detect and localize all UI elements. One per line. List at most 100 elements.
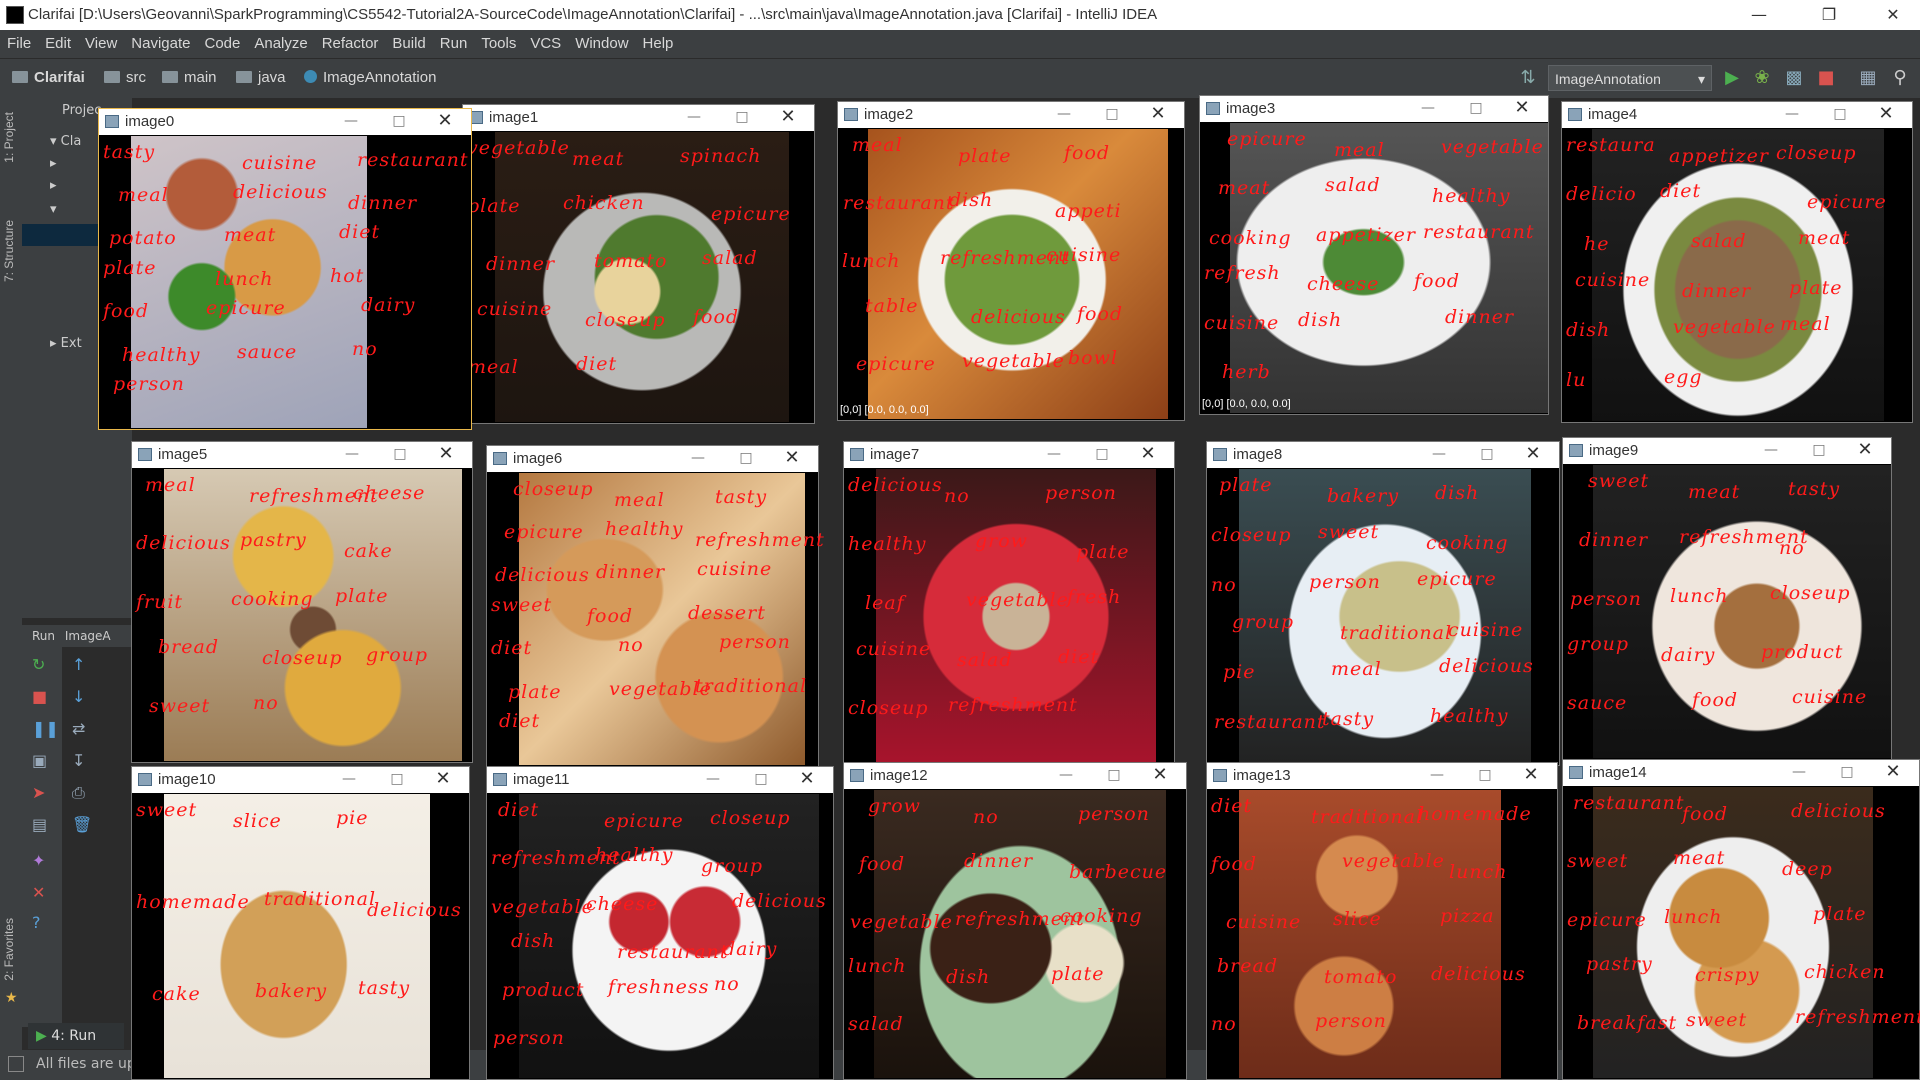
- image-window[interactable]: image11— □ ✕ diet epicure closeup refreshment h…: [486, 766, 834, 1080]
- breadcrumb-project[interactable]: Clarifai: [12, 69, 85, 86]
- menu-vcs[interactable]: VCS: [523, 30, 568, 52]
- minimize-button[interactable]: —: [1736, 0, 1782, 30]
- maximize-icon[interactable]: □: [1477, 444, 1497, 464]
- maximize-icon[interactable]: □: [1102, 104, 1122, 124]
- maximize-icon[interactable]: □: [387, 769, 407, 789]
- image-window[interactable]: image2 — □ ✕ meal plate food restaurant dish appe…: [837, 101, 1185, 421]
- close-icon[interactable]: ✕: [1876, 104, 1896, 124]
- menu-analyze[interactable]: Analyze: [247, 30, 314, 52]
- breadcrumb-main[interactable]: main: [162, 69, 217, 86]
- image-window-titlebar[interactable]: image10 — □ ✕: [132, 767, 469, 793]
- minimize-icon[interactable]: —: [684, 107, 704, 127]
- minimize-icon[interactable]: —: [1054, 104, 1074, 124]
- tree-arrow[interactable]: ▾: [50, 202, 57, 217]
- layout-icon[interactable]: ▤: [32, 815, 47, 834]
- menu-navigate[interactable]: Navigate: [124, 30, 197, 52]
- minimize-icon[interactable]: —: [1782, 104, 1802, 124]
- close-icon[interactable]: ✕: [1855, 440, 1875, 460]
- close-icon[interactable]: ✕: [1523, 444, 1543, 464]
- breadcrumb-src[interactable]: src: [104, 69, 146, 86]
- maximize-icon[interactable]: □: [1837, 762, 1857, 782]
- trash-icon[interactable]: 🗑: [72, 815, 92, 834]
- image-window[interactable]: image5— □ ✕ meal refreshment cheese delicious p…: [131, 441, 473, 763]
- close-icon[interactable]: ✕: [435, 111, 455, 131]
- down-arrow-icon[interactable]: ↓: [72, 687, 85, 706]
- maximize-icon[interactable]: □: [751, 769, 771, 789]
- scroll-icon[interactable]: ↧: [72, 751, 85, 770]
- minimize-icon[interactable]: —: [342, 444, 362, 464]
- run-icon[interactable]: ▶: [1722, 68, 1742, 88]
- maximize-icon[interactable]: □: [389, 111, 409, 131]
- menu-build[interactable]: Build: [385, 30, 432, 52]
- image-window-titlebar[interactable]: image14 — □ ✕: [1563, 760, 1919, 786]
- maximize-icon[interactable]: □: [390, 444, 410, 464]
- camera-icon[interactable]: ▣: [32, 751, 47, 770]
- maximize-icon[interactable]: □: [732, 107, 752, 127]
- structure-tool-tab[interactable]: 7: Structure: [2, 220, 16, 282]
- close-icon[interactable]: ✕: [1512, 98, 1532, 118]
- image-window-titlebar[interactable]: image1 — □ ✕: [463, 105, 814, 131]
- stop-icon[interactable]: ■: [32, 687, 47, 706]
- minimize-icon[interactable]: —: [688, 448, 708, 468]
- image-window-titlebar[interactable]: image13 — □ ✕: [1207, 763, 1557, 789]
- close-button[interactable]: ✕: [1870, 0, 1916, 30]
- image-window-titlebar[interactable]: image11 — □ ✕: [487, 767, 833, 793]
- rerun-icon[interactable]: ↻: [32, 655, 45, 674]
- search-icon[interactable]: ⚲: [1890, 68, 1910, 88]
- menu-edit[interactable]: Edit: [38, 30, 78, 52]
- image-window-titlebar[interactable]: image12 — □ ✕: [844, 763, 1186, 789]
- image-window-titlebar[interactable]: image9 — □ ✕: [1563, 438, 1891, 464]
- menu-help[interactable]: Help: [636, 30, 681, 52]
- close-icon[interactable]: ✕: [1521, 765, 1541, 785]
- up-arrow-icon[interactable]: ↑: [72, 655, 85, 674]
- help-icon[interactable]: ?: [32, 913, 41, 932]
- image-window[interactable]: image6 — □ ✕ closeup meal tasty epicure healthy r…: [486, 445, 824, 767]
- image-window[interactable]: image3 — □ ✕ epicure meal vegetable meat salad he…: [1199, 95, 1549, 415]
- close-icon[interactable]: ✕: [433, 769, 453, 789]
- image-window[interactable]: image10 — □ ✕ sweet slice pie homemade tradition…: [131, 766, 470, 1080]
- print-icon[interactable]: ⎙: [72, 783, 85, 803]
- breadcrumb-class[interactable]: ImageAnnotation: [304, 69, 436, 86]
- image-window[interactable]: image4 — □ ✕ restaura appetizer closeup delicio…: [1561, 101, 1913, 423]
- run-tool-button[interactable]: ▶ 4: Run: [28, 1023, 124, 1049]
- image-window-titlebar[interactable]: image4 — □ ✕: [1562, 102, 1912, 128]
- tree-arrow[interactable]: ▸: [50, 178, 57, 193]
- project-structure-icon[interactable]: ▦: [1858, 68, 1878, 88]
- pin-icon[interactable]: ✦: [32, 851, 45, 870]
- close-icon[interactable]: ✕: [1138, 444, 1158, 464]
- image-window[interactable]: image0 — □ ✕ tasty cuisine restaurant meal delic…: [98, 108, 472, 430]
- image-window-titlebar[interactable]: image7 — □ ✕: [844, 442, 1174, 468]
- image-window[interactable]: image13 — □ ✕ diet traditional homemade food veg…: [1206, 762, 1558, 1080]
- maximize-icon[interactable]: □: [1809, 440, 1829, 460]
- maximize-icon[interactable]: □: [1475, 765, 1495, 785]
- menu-code[interactable]: Code: [197, 30, 247, 52]
- status-square-icon[interactable]: [8, 1056, 24, 1072]
- minimize-icon[interactable]: —: [339, 769, 359, 789]
- favorites-tool-tab[interactable]: 2: Favorites: [2, 918, 16, 981]
- maximize-icon[interactable]: □: [1092, 444, 1112, 464]
- minimize-icon[interactable]: —: [1761, 440, 1781, 460]
- tree-item-clarifai[interactable]: ▾ Cla: [50, 134, 81, 149]
- maximize-icon[interactable]: □: [736, 448, 756, 468]
- sort-icon[interactable]: ⇅: [1518, 68, 1538, 88]
- project-tool-tab[interactable]: 1: Project: [2, 112, 16, 163]
- close-icon[interactable]: ✕: [32, 883, 45, 902]
- image-window[interactable]: image14 — □ ✕ restaurant food delicious sweet me…: [1562, 759, 1920, 1080]
- wrap-icon[interactable]: ⇄: [72, 719, 85, 738]
- close-icon[interactable]: ✕: [436, 444, 456, 464]
- close-icon[interactable]: ✕: [782, 448, 802, 468]
- breadcrumb-java[interactable]: java: [236, 69, 286, 86]
- minimize-icon[interactable]: —: [1418, 98, 1438, 118]
- stop-icon[interactable]: ■: [1816, 68, 1836, 88]
- image-window[interactable]: image12 — □ ✕ grow no person food dinner barbecue…: [843, 762, 1187, 1080]
- minimize-icon[interactable]: —: [1427, 765, 1447, 785]
- minimize-icon[interactable]: —: [1789, 762, 1809, 782]
- close-icon[interactable]: ✕: [778, 107, 798, 127]
- image-window-titlebar[interactable]: image8 — □ ✕: [1207, 442, 1559, 468]
- maximize-icon[interactable]: □: [1104, 765, 1124, 785]
- minimize-icon[interactable]: —: [1056, 765, 1076, 785]
- close-icon[interactable]: ✕: [797, 769, 817, 789]
- image-window[interactable]: image7 — □ ✕ delicious no person healthy grow pla…: [843, 441, 1175, 766]
- close-icon[interactable]: ✕: [1148, 104, 1168, 124]
- minimize-icon[interactable]: —: [1429, 444, 1449, 464]
